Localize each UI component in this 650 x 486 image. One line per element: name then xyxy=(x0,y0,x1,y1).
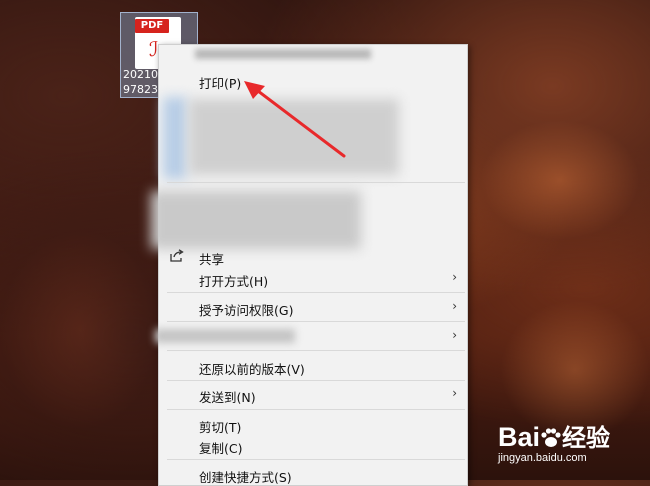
submenu-chevron-icon: › xyxy=(452,328,457,342)
acrobat-icon: ℐ xyxy=(149,37,159,61)
blurred-region xyxy=(163,97,187,179)
menu-item-label: 打印(P) xyxy=(199,76,242,91)
menu-item-label: 打开方式(H) xyxy=(199,274,269,289)
menu-separator xyxy=(167,380,465,381)
background-glow xyxy=(0,230,160,430)
menu-item-label: 发送到(N) xyxy=(199,390,256,405)
share-icon xyxy=(170,249,184,262)
menu-item-create-shortcut[interactable]: 创建快捷方式(S) xyxy=(159,463,467,485)
menu-item-copy[interactable]: 复制(C) xyxy=(159,434,467,456)
menu-item-open-with[interactable]: 打开方式(H) › xyxy=(159,267,467,289)
pdf-badge: PDF xyxy=(135,19,169,33)
watermark-logo-text: Bai xyxy=(498,422,541,452)
menu-item-share[interactable]: 共享 xyxy=(159,245,467,267)
menu-item-blurred[interactable]: › xyxy=(155,325,467,347)
menu-item-label: 创建快捷方式(S) xyxy=(199,470,292,485)
submenu-chevron-icon: › xyxy=(452,299,457,313)
blurred-region xyxy=(151,191,361,249)
menu-item-label: 复制(C) xyxy=(199,441,243,456)
menu-item-grant-access[interactable]: 授予访问权限(G) › xyxy=(159,296,467,318)
menu-item-label: 还原以前的版本(V) xyxy=(199,362,305,377)
menu-separator xyxy=(167,182,465,183)
menu-separator xyxy=(167,350,465,351)
paw-icon xyxy=(541,428,561,447)
submenu-chevron-icon: › xyxy=(452,270,457,284)
background-glow xyxy=(480,120,640,240)
menu-separator xyxy=(167,321,465,322)
menu-separator xyxy=(167,409,465,410)
menu-separator xyxy=(167,459,465,460)
menu-separator xyxy=(167,292,465,293)
baidu-jingyan-watermark: Bai 经验 jingyan.baidu.com xyxy=(498,418,611,464)
watermark-url: jingyan.baidu.com xyxy=(498,452,587,464)
menu-item-label: 授予访问权限(G) xyxy=(199,303,294,318)
submenu-chevron-icon: › xyxy=(452,386,457,400)
menu-item-label: 共享 xyxy=(199,252,225,267)
blurred-menu-item xyxy=(195,49,371,59)
menu-item-cut[interactable]: 剪切(T) xyxy=(159,413,467,435)
blurred-region xyxy=(155,329,295,343)
watermark-logo-cn: 经验 xyxy=(562,425,611,452)
menu-item-restore-versions[interactable]: 还原以前的版本(V) xyxy=(159,355,467,377)
menu-item-send-to[interactable]: 发送到(N) › xyxy=(159,383,467,405)
annotation-arrow xyxy=(244,81,346,158)
